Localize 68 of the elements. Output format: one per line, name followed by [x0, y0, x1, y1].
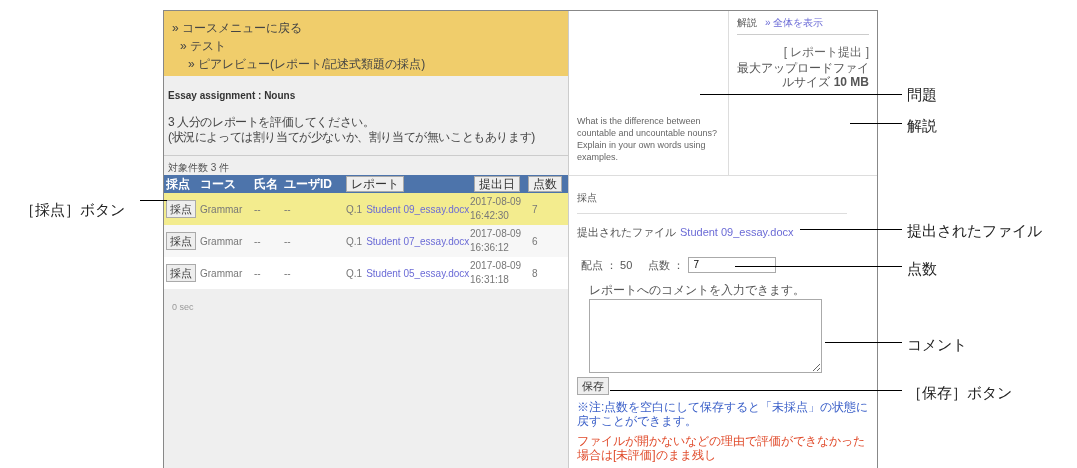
question-text: Explain in your own words using examples.	[577, 139, 707, 163]
max-size-text: 最大アップロードファイルサイズ 10 MB	[737, 61, 869, 89]
table-cell-text: 2017-08-09	[470, 259, 523, 273]
breadcrumb-link[interactable]: » ピアレビュー(レポート/記述式類題の採点)	[188, 55, 560, 73]
table-cell: 7	[532, 203, 538, 215]
comment-label: レポートへのコメントを入力できます。	[588, 282, 806, 299]
grading-title: 採点	[577, 190, 847, 214]
table-cell-text: 16:42:30	[470, 209, 510, 223]
callout-label: 提出されたファイル	[907, 221, 1042, 241]
breadcrumb-link[interactable]: » テスト	[180, 37, 560, 55]
table-cell-text: Q.1	[346, 202, 363, 217]
table-cell-text: 2017-08-09	[470, 227, 523, 241]
file-link[interactable]: Student 05_essay.docx	[366, 265, 470, 281]
question-text: What is the difference between countable and uncountable nouns?	[577, 115, 719, 139]
timing-text: 0 sec	[172, 302, 194, 312]
file-link[interactable]: Student 09_essay.docx	[680, 224, 794, 241]
explanation-tab[interactable]: 解説	[737, 15, 757, 30]
file-label: 提出されたファイル	[577, 225, 676, 240]
instruction-text: 3 人分のレポートを評価してください。	[168, 115, 376, 130]
callout-label: ［採点］ボタン	[20, 200, 125, 220]
table-cell-text: 2017-08-09	[470, 195, 523, 209]
warning-text: ファイルが開かないなどの理由で評価ができなかった場合は[未評価]のまま残し	[577, 434, 866, 462]
column-header: ユーザID	[284, 176, 332, 193]
result-count: 対象件数 3 件	[168, 161, 231, 175]
table-cell: 6	[532, 235, 538, 247]
table-cell: 8	[532, 267, 538, 279]
column-header: 氏名	[254, 176, 278, 193]
table-cell: --	[254, 203, 261, 215]
report-heading: [ レポート提出 ]	[782, 44, 869, 61]
assignment-title: Essay assignment : Nouns	[168, 89, 297, 103]
table-cell: --	[284, 267, 291, 279]
table-cell-text: 16:36:12	[470, 241, 510, 255]
table-cell: --	[284, 203, 291, 215]
callout-label: コメント	[907, 335, 967, 355]
score-label: 点数 ：	[648, 257, 685, 273]
sort-button[interactable]: レポート	[346, 176, 404, 192]
grade-button[interactable]: 採点	[166, 200, 196, 218]
callout-label: 解説	[907, 116, 937, 136]
column-header: コース	[200, 176, 236, 193]
instruction-text: (状況によっては割り当てが少ないか、割り当てが無いこともあります)	[168, 130, 536, 145]
column-header: 採点	[166, 176, 190, 193]
show-all-link[interactable]: » 全体を表示	[765, 15, 824, 30]
callout-label: 点数	[907, 259, 937, 279]
table-cell-text: 16:31:18	[470, 273, 510, 287]
callout-label: ［保存］ボタン	[907, 383, 1012, 403]
table-cell: Grammar	[200, 267, 243, 279]
table-cell: --	[254, 235, 261, 247]
table-cell-text: Q.1	[346, 266, 363, 281]
table-cell: --	[284, 235, 291, 247]
table-cell: Grammar	[200, 203, 243, 215]
table-cell-text: Q.1	[346, 234, 363, 249]
sort-button[interactable]: 点数	[528, 176, 562, 192]
breadcrumb-link[interactable]: » コースメニューに戻る	[172, 19, 560, 37]
table-cell: Grammar	[200, 235, 243, 247]
file-link[interactable]: Student 09_essay.docx	[366, 201, 470, 217]
callout-label: 問題	[907, 85, 937, 105]
file-link[interactable]: Student 07_essay.docx	[366, 233, 470, 249]
grade-button[interactable]: 採点	[166, 232, 196, 250]
save-button[interactable]: 保存	[577, 377, 609, 395]
grade-button[interactable]: 採点	[166, 264, 196, 282]
table-cell: --	[254, 267, 261, 279]
hint-note: ※注:点数を空白にして保存すると「未採点」の状態に戻すことができます。	[577, 400, 869, 428]
comment-field[interactable]	[589, 299, 822, 373]
sort-button[interactable]: 提出日	[474, 176, 520, 192]
leader-line	[850, 123, 902, 124]
leader-line	[140, 200, 167, 201]
score-field[interactable]: 7	[688, 256, 777, 273]
full-marks-text: 配点 ： 50	[581, 257, 633, 273]
